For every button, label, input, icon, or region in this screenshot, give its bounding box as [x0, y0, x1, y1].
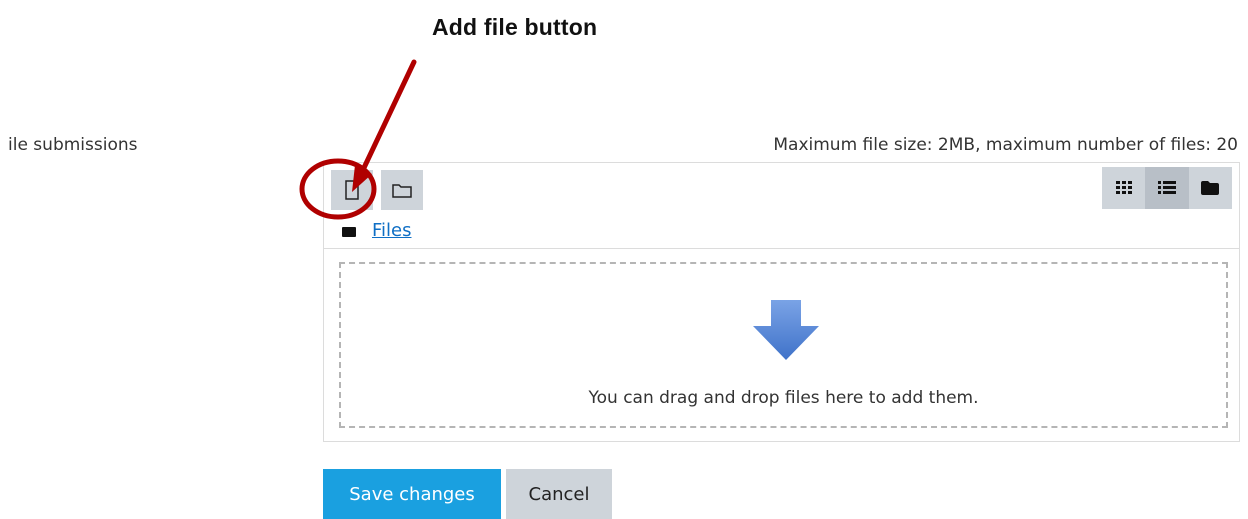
drop-instructions: You can drag and drop files here to add … — [588, 388, 979, 408]
breadcrumb: Files — [342, 220, 412, 241]
icons-view-button[interactable] — [1102, 167, 1145, 209]
list-icon — [1157, 181, 1176, 194]
list-view-button[interactable] — [1145, 167, 1189, 209]
folder-outline-icon — [392, 184, 412, 198]
create-folder-button[interactable] — [381, 170, 423, 210]
annotation-arrow-shaft — [359, 59, 417, 175]
save-changes-button[interactable]: Save changes — [323, 469, 501, 519]
add-file-button[interactable] — [331, 170, 373, 210]
field-label: ile submissions — [8, 135, 138, 155]
file-limits-text: Maximum file size: 2MB, maximum number o… — [773, 135, 1238, 155]
file-drop-zone[interactable]: You can drag and drop files here to add … — [339, 262, 1228, 428]
cancel-button[interactable]: Cancel — [506, 469, 612, 519]
files-path-link[interactable]: Files — [372, 220, 412, 241]
grid-icon — [1115, 181, 1132, 194]
folder-solid-icon — [1201, 181, 1220, 195]
view-toggle-group — [1102, 167, 1232, 209]
file-icon — [345, 180, 359, 200]
tree-view-button[interactable] — [1189, 167, 1232, 209]
divider — [323, 248, 1240, 249]
down-arrow-icon — [753, 300, 819, 360]
annotation-title: Add file button — [432, 14, 598, 40]
folder-icon — [342, 226, 356, 237]
